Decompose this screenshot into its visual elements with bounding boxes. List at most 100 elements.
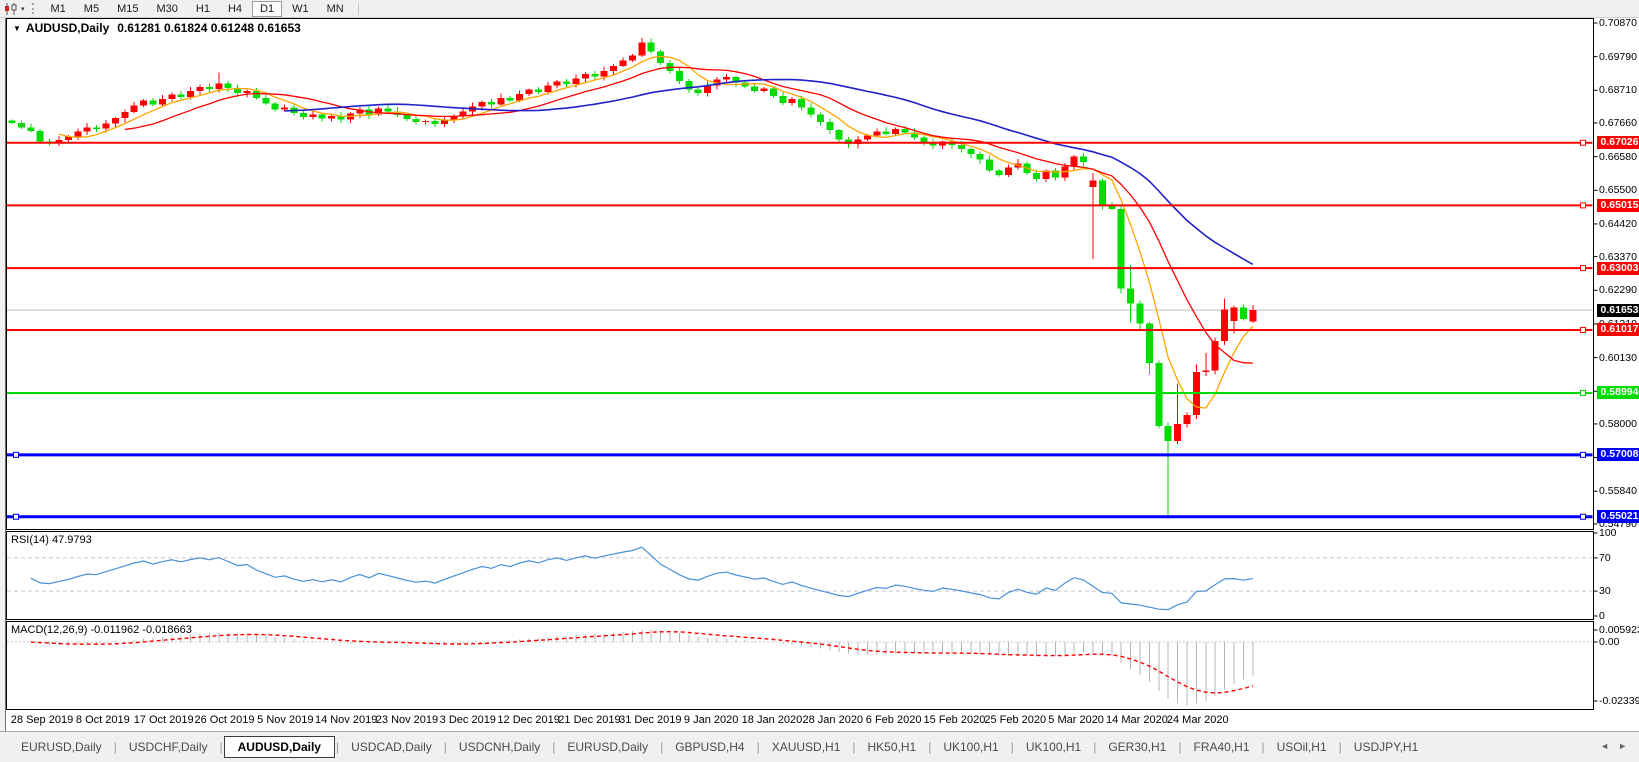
date-axis-label: 15 Feb 2020 xyxy=(924,714,986,726)
chevron-down-icon: ▾ xyxy=(21,5,25,13)
date-axis-label: 12 Dec 2019 xyxy=(497,714,559,726)
candlestick-icon xyxy=(3,3,19,15)
tab-separator: | xyxy=(928,740,931,754)
price-badge: 0.67026 xyxy=(1597,136,1639,149)
chart-tab-eurusd-daily-5[interactable]: EURUSD,Daily xyxy=(556,737,659,757)
tab-separator: | xyxy=(757,740,760,754)
date-axis-label: 14 Nov 2019 xyxy=(315,714,377,726)
chart-tab-audusd-daily-2[interactable]: AUDUSD,Daily xyxy=(224,736,335,758)
chart-tab-eurusd-daily-0[interactable]: EURUSD,Daily xyxy=(10,737,113,757)
tab-separator: | xyxy=(1262,740,1265,754)
price-axis-label: 0.58000 xyxy=(1599,418,1637,430)
tab-separator: | xyxy=(1178,740,1181,754)
timeframe-button-h4[interactable]: H4 xyxy=(220,1,250,17)
date-axis-label: 9 Jan 2020 xyxy=(684,714,738,726)
rsi-name: RSI(14) xyxy=(11,534,49,546)
price-axis-label: 0.55840 xyxy=(1599,485,1637,497)
date-axis-label: 28 Sep 2019 xyxy=(11,714,73,726)
date-axis-label: 31 Dec 2019 xyxy=(619,714,681,726)
timeframe-button-m30[interactable]: M30 xyxy=(148,1,185,17)
price-axis-label: 0.70870 xyxy=(1599,17,1637,29)
price-badge: 0.58994 xyxy=(1597,386,1639,399)
tab-separator: | xyxy=(220,740,223,754)
price-axis-label: 0.65500 xyxy=(1599,184,1637,196)
chart-tab-hk50-h1-8[interactable]: HK50,H1 xyxy=(857,737,928,757)
price-axis-label: 0.69790 xyxy=(1599,51,1637,63)
macd-name: MACD(12,26,9) xyxy=(11,624,87,636)
tab-scroll-right-icon[interactable]: ► xyxy=(1618,741,1627,751)
date-axis-label: 26 Oct 2019 xyxy=(195,714,255,726)
timeframe-button-m5[interactable]: M5 xyxy=(76,1,107,17)
chart-tab-usdjpy-h1-14[interactable]: USDJPY,H1 xyxy=(1343,737,1429,757)
price-badge: 0.61017 xyxy=(1597,323,1639,336)
macd-indicator-label: MACD(12,26,9) -0.011962 -0.018663 xyxy=(11,624,192,636)
chart-tab-uk100-h1-10[interactable]: UK100,H1 xyxy=(1015,737,1092,757)
tab-separator: | xyxy=(1011,740,1014,754)
price-chart-canvas[interactable] xyxy=(0,0,1639,762)
top-toolbar: ▾ M1M5M15M30H1H4D1W1MN xyxy=(0,0,1639,18)
tab-separator: | xyxy=(1339,740,1342,754)
chart-tab-usoil-h1-13[interactable]: USOil,H1 xyxy=(1266,737,1338,757)
macd-axis-label: -0.023394 xyxy=(1599,695,1639,707)
timeframe-button-d1[interactable]: D1 xyxy=(252,1,282,17)
price-badge: 0.61653 xyxy=(1597,304,1639,317)
date-axis-label: 8 Oct 2019 xyxy=(76,714,130,726)
price-axis-label: 0.60130 xyxy=(1599,352,1637,364)
chart-tab-usdcnh-daily-4[interactable]: USDCNH,Daily xyxy=(448,737,551,757)
chart-tab-xauusd-h1-7[interactable]: XAUUSD,H1 xyxy=(761,737,852,757)
tab-separator: | xyxy=(660,740,663,754)
symbol-label: AUDUSD,Daily xyxy=(26,21,109,35)
timeframe-button-m1[interactable]: M1 xyxy=(43,1,74,17)
chart-tab-ger30-h1-11[interactable]: GER30,H1 xyxy=(1097,737,1177,757)
date-axis-label: 25 Feb 2020 xyxy=(984,714,1046,726)
macd-axis-label: 0.00 xyxy=(1599,636,1619,648)
date-axis-label: 5 Mar 2020 xyxy=(1048,714,1104,726)
tab-separator: | xyxy=(444,740,447,754)
date-axis-label: 28 Jan 2020 xyxy=(803,714,864,726)
timeframe-button-w1[interactable]: W1 xyxy=(284,1,317,17)
price-axis-label: 0.66580 xyxy=(1599,151,1637,163)
price-axis-label: 0.67660 xyxy=(1599,117,1637,129)
chart-symbol-ohlc: ▼ AUDUSD,Daily 0.61281 0.61824 0.61248 0.6… xyxy=(13,21,301,35)
timeframe-buttons: M1M5M15M30H1H4D1W1MN xyxy=(42,3,353,15)
date-axis-label: 5 Nov 2019 xyxy=(257,714,313,726)
chart-tab-fra40-h1-12[interactable]: FRA40,H1 xyxy=(1182,737,1260,757)
price-badge: 0.57008 xyxy=(1597,448,1639,461)
macd-main-value: -0.011962 xyxy=(90,624,139,636)
chart-tab-usdcad-daily-3[interactable]: USDCAD,Daily xyxy=(340,737,443,757)
ohlc-values: 0.61281 0.61824 0.61248 0.61653 xyxy=(117,21,301,35)
tab-separator: | xyxy=(852,740,855,754)
tab-separator: | xyxy=(552,740,555,754)
rsi-value: 47.9793 xyxy=(52,534,92,546)
chart-tool-icon[interactable]: ▾ xyxy=(0,1,28,16)
tab-separator: | xyxy=(1093,740,1096,754)
tab-separator: | xyxy=(114,740,117,754)
tab-scroll-left-icon[interactable]: ◄ xyxy=(1600,741,1609,751)
price-badge: 0.63003 xyxy=(1597,262,1639,275)
rsi-indicator-label: RSI(14) 47.9793 xyxy=(11,534,92,546)
date-axis-label: 14 Mar 2020 xyxy=(1106,714,1168,726)
macd-signal-value: -0.018663 xyxy=(142,624,192,636)
date-axis-label: 17 Oct 2019 xyxy=(134,714,194,726)
rsi-axis-label: 30 xyxy=(1599,585,1611,597)
toolbar-grip xyxy=(32,3,37,14)
price-badge: 0.65015 xyxy=(1597,199,1639,212)
chart-tab-usdchf-daily-1[interactable]: USDCHF,Daily xyxy=(118,737,219,757)
price-axis-label: 0.68710 xyxy=(1599,84,1637,96)
rsi-axis-label: 70 xyxy=(1599,552,1611,564)
toolbar-separator xyxy=(358,3,359,15)
timeframe-button-m15[interactable]: M15 xyxy=(109,1,146,17)
timeframe-button-h1[interactable]: H1 xyxy=(188,1,218,17)
price-axis-label: 0.62290 xyxy=(1599,284,1637,296)
date-axis-label: 6 Feb 2020 xyxy=(866,714,922,726)
price-axis-label: 0.64420 xyxy=(1599,218,1637,230)
date-axis-label: 24 Mar 2020 xyxy=(1167,714,1229,726)
chart-tab-uk100-h1-9[interactable]: UK100,H1 xyxy=(932,737,1009,757)
date-axis-label: 23 Nov 2019 xyxy=(376,714,438,726)
collapse-triangle-icon[interactable]: ▼ xyxy=(13,24,21,33)
timeframe-button-mn[interactable]: MN xyxy=(319,1,352,17)
date-axis-label: 21 Dec 2019 xyxy=(558,714,620,726)
macd-axis-label: 0.005923 xyxy=(1599,624,1639,636)
chart-tab-gbpusd-h4-6[interactable]: GBPUSD,H4 xyxy=(664,737,755,757)
rsi-axis-label: 100 xyxy=(1599,527,1617,539)
